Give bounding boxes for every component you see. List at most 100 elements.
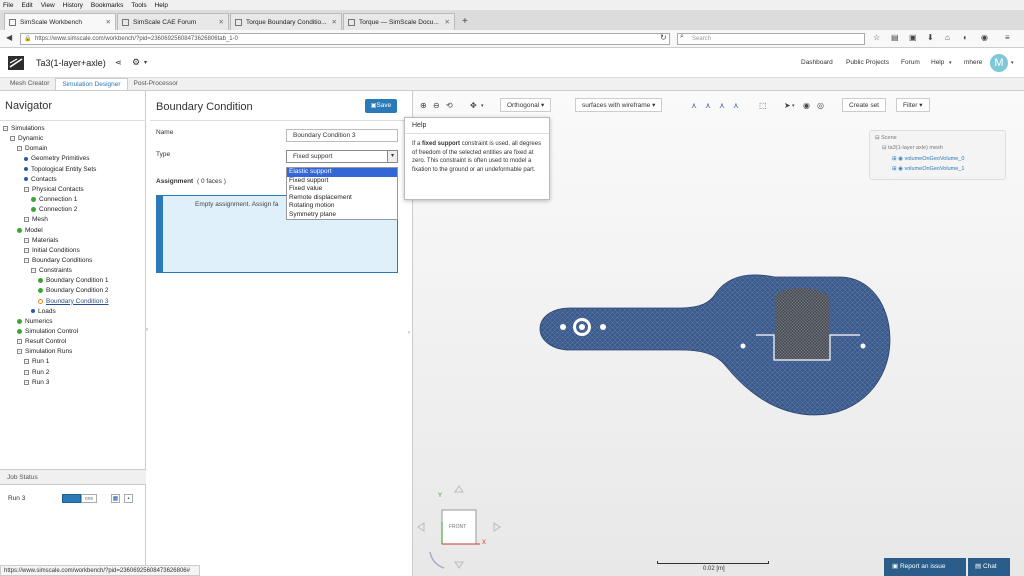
tree-item[interactable]: − Run 3 [24, 379, 49, 386]
tree-item[interactable]: − Boundary Conditions [24, 257, 92, 264]
collapse-handle-icon[interactable]: › [408, 330, 410, 336]
pocket-icon[interactable]: ▣ [909, 33, 917, 42]
menu-tools[interactable]: Tools [131, 2, 146, 9]
name-input[interactable]: Boundary Condition 3 [286, 129, 398, 142]
tree-item[interactable]: Connection 1 [31, 196, 77, 203]
stop-icon[interactable]: ▪ [124, 494, 133, 503]
axis-iso-view-icon[interactable]: ⋏ [733, 101, 739, 110]
option-symmetry-plane[interactable]: Symmetry plane [287, 211, 397, 220]
tree-item[interactable]: − Mesh [24, 216, 48, 223]
simscale-logo-icon[interactable] [8, 56, 24, 70]
menu-bookmarks[interactable]: Bookmarks [91, 2, 124, 9]
menu-help[interactable]: Help [155, 2, 168, 9]
toggle-icon[interactable]: − [24, 379, 29, 385]
browser-tab-1[interactable]: SimScale Workbench ✕ [4, 13, 116, 30]
toggle-icon[interactable]: − [24, 237, 29, 243]
scene-item-1[interactable]: ⊞ ◉ volumeOnGeoVolume_1 [892, 166, 964, 172]
close-icon[interactable]: ✕ [219, 18, 224, 26]
toggle-icon[interactable]: − [3, 126, 8, 131]
tree-item[interactable]: − Domain [17, 145, 47, 152]
tree-item[interactable]: − Initial Conditions [24, 247, 80, 254]
tree-item[interactable]: Boundary Condition 2 [38, 287, 109, 294]
tree-item[interactable]: − Dynamic [10, 135, 43, 142]
tab-post-processor[interactable]: Post-Processor [128, 78, 184, 90]
grid-view-icon[interactable]: ▦ [111, 494, 120, 503]
tree-item[interactable]: − Run 1 [24, 358, 49, 365]
extension-icon[interactable]: ◐ [963, 33, 968, 42]
hamburger-menu-icon[interactable]: ≡ [1005, 33, 1010, 42]
menu-edit[interactable]: Edit [21, 2, 32, 9]
axis-x-view-icon[interactable]: ⋏ [691, 101, 697, 110]
option-fixed-support[interactable]: Fixed support [287, 177, 397, 186]
reading-list-icon[interactable]: ▤ [891, 33, 899, 42]
move-icon[interactable]: ✥ [470, 101, 477, 110]
tree-item[interactable]: − Simulations [3, 125, 45, 132]
scene-mesh[interactable]: ⊟ ta3(1-layer axle) mesh [882, 145, 943, 151]
tree-item[interactable]: − Physical Contacts [24, 186, 84, 193]
tree-item[interactable]: − Simulation Runs [17, 348, 72, 355]
collapse-handle-icon[interactable]: ‹ [146, 327, 148, 333]
eye-icon[interactable]: ◉ [803, 101, 810, 110]
eye-hidden-icon[interactable]: ◎ [817, 101, 824, 110]
chevron-down-icon[interactable]: ▾ [949, 60, 952, 66]
arrow-down-icon[interactable] [454, 561, 464, 569]
gear-icon[interactable]: ⚙ [132, 57, 140, 68]
user-name[interactable]: mhere [964, 59, 982, 66]
tree-item[interactable]: Geometry Primitives [24, 155, 90, 162]
filter-select[interactable]: Filter ▾ [896, 98, 930, 112]
job-badge-right[interactable]: one [81, 494, 97, 503]
job-progress-badge[interactable] [62, 494, 81, 503]
eye-icon[interactable]: ◉ [898, 166, 903, 172]
new-tab-icon[interactable]: + [462, 16, 468, 27]
option-elastic-support[interactable]: Elastic support [287, 168, 397, 177]
tab-mesh-creator[interactable]: Mesh Creator [4, 78, 55, 90]
type-select[interactable]: Fixed support ▾ [286, 150, 398, 163]
search-input[interactable]: Search [677, 33, 865, 45]
arrow-right-icon[interactable] [493, 522, 501, 532]
tree-item[interactable]: Connection 2 [31, 206, 77, 213]
box-select-icon[interactable]: ⬚ [759, 101, 767, 110]
right-hole[interactable] [600, 324, 606, 330]
render-mode-select[interactable]: surfaces with wireframe ▾ [575, 98, 663, 112]
toggle-icon[interactable]: − [24, 247, 29, 253]
back-icon[interactable]: ◀ [6, 33, 12, 42]
toggle-icon[interactable]: − [10, 136, 15, 142]
cursor-icon[interactable]: ➤ [784, 101, 791, 110]
close-icon[interactable]: ✕ [445, 18, 450, 26]
tree-item[interactable]: − Run 2 [24, 369, 49, 376]
zoom-out-icon[interactable]: ⊖ [433, 101, 440, 110]
toggle-icon[interactable]: − [24, 369, 29, 375]
reload-icon[interactable]: ↻ [660, 33, 667, 42]
rotate-icon[interactable] [429, 551, 445, 569]
home-icon[interactable]: ⌂ [945, 33, 950, 42]
toggle-icon[interactable]: − [17, 349, 22, 355]
tree-item[interactable]: Contacts [24, 176, 57, 183]
menu-file[interactable]: File [3, 2, 13, 9]
tree-item[interactable]: Simulation Control [17, 328, 78, 335]
mesh-body[interactable] [539, 274, 891, 416]
bookmark-star-icon[interactable]: ☆ [873, 33, 880, 42]
report-issue-button[interactable]: ▣ Report an issue [884, 558, 966, 576]
axis-y-view-icon[interactable]: ⋏ [705, 101, 711, 110]
projection-select[interactable]: Orthogonal ▾ [500, 98, 552, 112]
scene-item-0[interactable]: ⊞ ◉ volumeOnGeoVolume_0 [892, 156, 964, 162]
save-button[interactable]: ▣Save [365, 99, 397, 113]
tree-item[interactable]: Model [17, 227, 43, 234]
chevron-down-icon[interactable]: ▾ [792, 103, 795, 109]
link-help[interactable]: Help [931, 59, 944, 66]
tree-item[interactable]: − Materials [24, 237, 58, 244]
axis-z-view-icon[interactable]: ⋏ [719, 101, 725, 110]
toggle-icon[interactable]: − [31, 268, 36, 274]
option-rotating-motion[interactable]: Rotating motion [287, 202, 397, 211]
toggle-icon[interactable]: − [24, 257, 29, 263]
menu-view[interactable]: View [41, 2, 55, 9]
browser-tab-4[interactable]: Torque — SimScale Docu... ✕ [343, 13, 455, 30]
sync-icon[interactable]: ◉ [981, 33, 988, 42]
chevron-down-icon[interactable]: ▾ [481, 103, 484, 109]
tree-item[interactable]: − Constraints [31, 267, 72, 274]
share-icon[interactable]: ⋖ [115, 58, 122, 67]
tab-simulation-designer[interactable]: Simulation Designer [55, 78, 128, 90]
zoom-in-icon[interactable]: ⊕ [420, 101, 427, 110]
arrow-up-icon[interactable] [454, 485, 464, 493]
chevron-down-icon[interactable]: ▾ [144, 59, 147, 66]
